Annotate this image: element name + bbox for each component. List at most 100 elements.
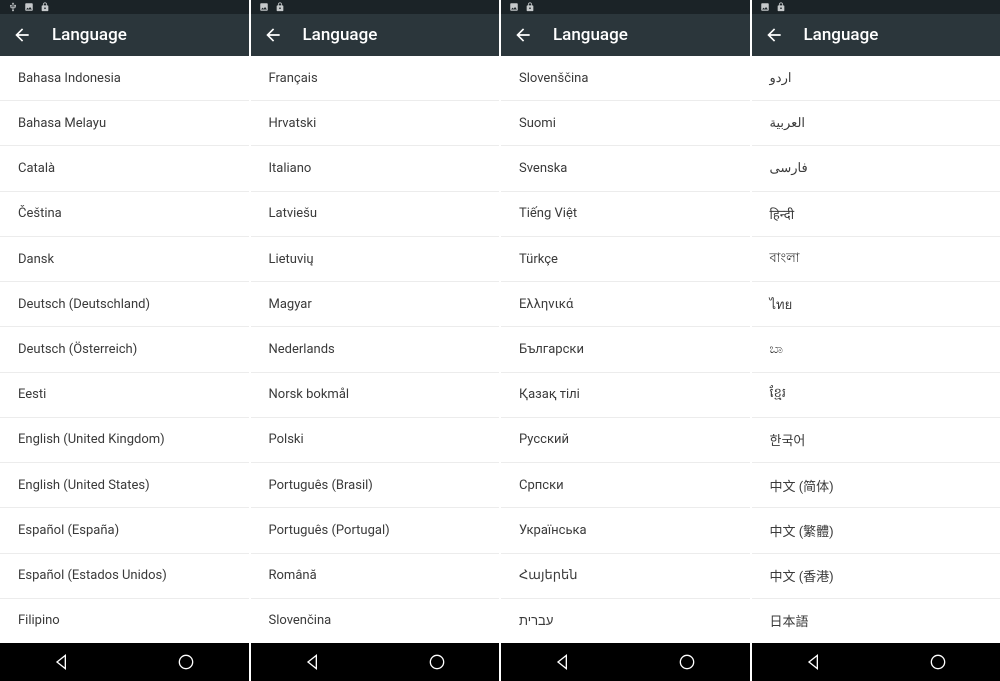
list-item[interactable]: 한국어 xyxy=(752,418,1000,463)
list-item[interactable]: اردو xyxy=(752,56,1000,101)
list-item[interactable]: Tiếng Việt xyxy=(501,192,750,237)
language-label: Dansk xyxy=(18,252,54,267)
language-label: Português (Brasil) xyxy=(269,478,373,493)
list-item[interactable]: فارسی xyxy=(752,146,1000,191)
language-label: Қазақ тілі xyxy=(519,387,580,402)
language-label: Українська xyxy=(519,523,587,538)
language-label: Српски xyxy=(519,478,564,493)
list-item[interactable]: Français xyxy=(251,56,500,101)
image-icon xyxy=(760,2,770,12)
list-item[interactable]: Português (Brasil) xyxy=(251,463,500,508)
list-item[interactable]: Polski xyxy=(251,418,500,463)
language-list: SlovenščinaSuomiSvenska Tiếng Việt TürkçeΕ… xyxy=(501,56,750,643)
list-item[interactable]: ไทย xyxy=(752,282,1000,327)
list-item[interactable]: Čeština xyxy=(0,192,249,237)
list-item[interactable]: Nederlands xyxy=(251,327,500,372)
list-item[interactable]: Svenska xyxy=(501,146,750,191)
list-item[interactable]: Ελληνικά xyxy=(501,282,750,327)
list-item[interactable]: 中文 (繁體) xyxy=(752,508,1000,553)
language-label: Magyar xyxy=(269,297,312,312)
back-button[interactable] xyxy=(764,25,784,45)
nav-home-button[interactable] xyxy=(417,643,457,681)
phone-screen: Language Français Hrvatski Italiano Latviešu… xyxy=(251,0,502,681)
list-item[interactable]: Українська xyxy=(501,508,750,553)
navigation-bar xyxy=(501,643,750,681)
language-list: Bahasa Indonesia Bahasa MelayuCatalàČešti… xyxy=(0,56,249,643)
image-icon xyxy=(24,2,34,12)
page-title: Language xyxy=(303,25,378,45)
list-item[interactable]: 中文 (简体) xyxy=(752,463,1000,508)
list-item[interactable]: Slovenčina xyxy=(251,599,500,643)
list-item[interactable]: 中文 (香港) xyxy=(752,554,1000,599)
language-label: Deutsch (Deutschland) xyxy=(18,297,150,312)
list-item[interactable]: Bahasa Indonesia xyxy=(0,56,249,101)
list-item[interactable]: Bahasa Melayu xyxy=(0,101,249,146)
list-item[interactable]: Türkçe xyxy=(501,237,750,282)
list-item[interactable]: Eesti xyxy=(0,373,249,418)
list-item[interactable]: Português (Portugal) xyxy=(251,508,500,553)
lock-icon xyxy=(776,2,786,12)
list-item[interactable]: Filipino xyxy=(0,599,249,643)
list-item[interactable]: বাংলা xyxy=(752,237,1000,282)
list-item[interactable]: Deutsch (Österreich) xyxy=(0,327,249,372)
list-item[interactable]: Հայերեն xyxy=(501,554,750,599)
language-label: English (United Kingdom) xyxy=(18,432,165,447)
list-item[interactable]: Español (España) xyxy=(0,508,249,553)
lock-icon xyxy=(525,2,535,12)
list-item[interactable]: English (United States) xyxy=(0,463,249,508)
list-item[interactable]: Latviešu xyxy=(251,192,500,237)
page-title: Language xyxy=(804,25,879,45)
language-list: Français Hrvatski Italiano Latviešu Lietuvių… xyxy=(251,56,500,643)
navigation-bar xyxy=(752,643,1000,681)
language-label: Română xyxy=(269,568,317,583)
list-item[interactable]: العربية xyxy=(752,101,1000,146)
language-label: Tiếng Việt xyxy=(519,206,577,221)
nav-back-button[interactable] xyxy=(794,643,834,681)
app-header: Language xyxy=(0,14,249,56)
list-item[interactable]: Slovenščina xyxy=(501,56,750,101)
list-item[interactable]: Deutsch (Deutschland) xyxy=(0,282,249,327)
list-item[interactable]: Српски xyxy=(501,463,750,508)
back-button[interactable] xyxy=(513,25,533,45)
language-label: 한국어 xyxy=(770,430,806,449)
language-label: Hrvatski xyxy=(269,116,317,131)
language-label: Lietuvių xyxy=(269,252,314,267)
language-label: Հայերեն xyxy=(519,568,577,583)
nav-back-button[interactable] xyxy=(42,643,82,681)
language-label: Bahasa Indonesia xyxy=(18,71,121,86)
list-item[interactable]: Suomi xyxy=(501,101,750,146)
nav-home-button[interactable] xyxy=(667,643,707,681)
list-item[interactable]: English (United Kingdom) xyxy=(0,418,249,463)
list-item[interactable]: ខ្មែរ xyxy=(752,373,1000,418)
list-item[interactable]: Български xyxy=(501,327,750,372)
status-bar xyxy=(501,0,750,14)
list-item[interactable]: Română xyxy=(251,554,500,599)
list-item[interactable]: ಬಾ xyxy=(752,327,1000,372)
usb-icon xyxy=(8,2,18,12)
language-label: ខ្មែរ xyxy=(770,385,787,404)
list-item[interactable]: Dansk xyxy=(0,237,249,282)
list-item[interactable]: हिन्दी xyxy=(752,192,1000,237)
list-item[interactable]: 日本語 xyxy=(752,599,1000,643)
list-item[interactable]: Қазақ тілі xyxy=(501,373,750,418)
list-item[interactable]: Lietuvių xyxy=(251,237,500,282)
nav-home-button[interactable] xyxy=(166,643,206,681)
list-item[interactable]: Español (Estados Unidos) xyxy=(0,554,249,599)
list-item[interactable]: Norsk bokmål xyxy=(251,373,500,418)
list-item[interactable]: Català xyxy=(0,146,249,191)
language-label: Español (Estados Unidos) xyxy=(18,568,167,583)
page-title: Language xyxy=(553,25,628,45)
nav-back-button[interactable] xyxy=(543,643,583,681)
back-button[interactable] xyxy=(12,25,32,45)
list-item[interactable]: עברית xyxy=(501,599,750,643)
nav-home-button[interactable] xyxy=(918,643,958,681)
list-item[interactable]: Hrvatski xyxy=(251,101,500,146)
list-item[interactable]: Italiano xyxy=(251,146,500,191)
list-item[interactable]: Magyar xyxy=(251,282,500,327)
nav-back-button[interactable] xyxy=(293,643,333,681)
app-header: Language xyxy=(501,14,750,56)
language-label: Italiano xyxy=(269,161,312,176)
language-label: Français xyxy=(269,71,318,86)
back-button[interactable] xyxy=(263,25,283,45)
list-item[interactable]: Русский xyxy=(501,418,750,463)
